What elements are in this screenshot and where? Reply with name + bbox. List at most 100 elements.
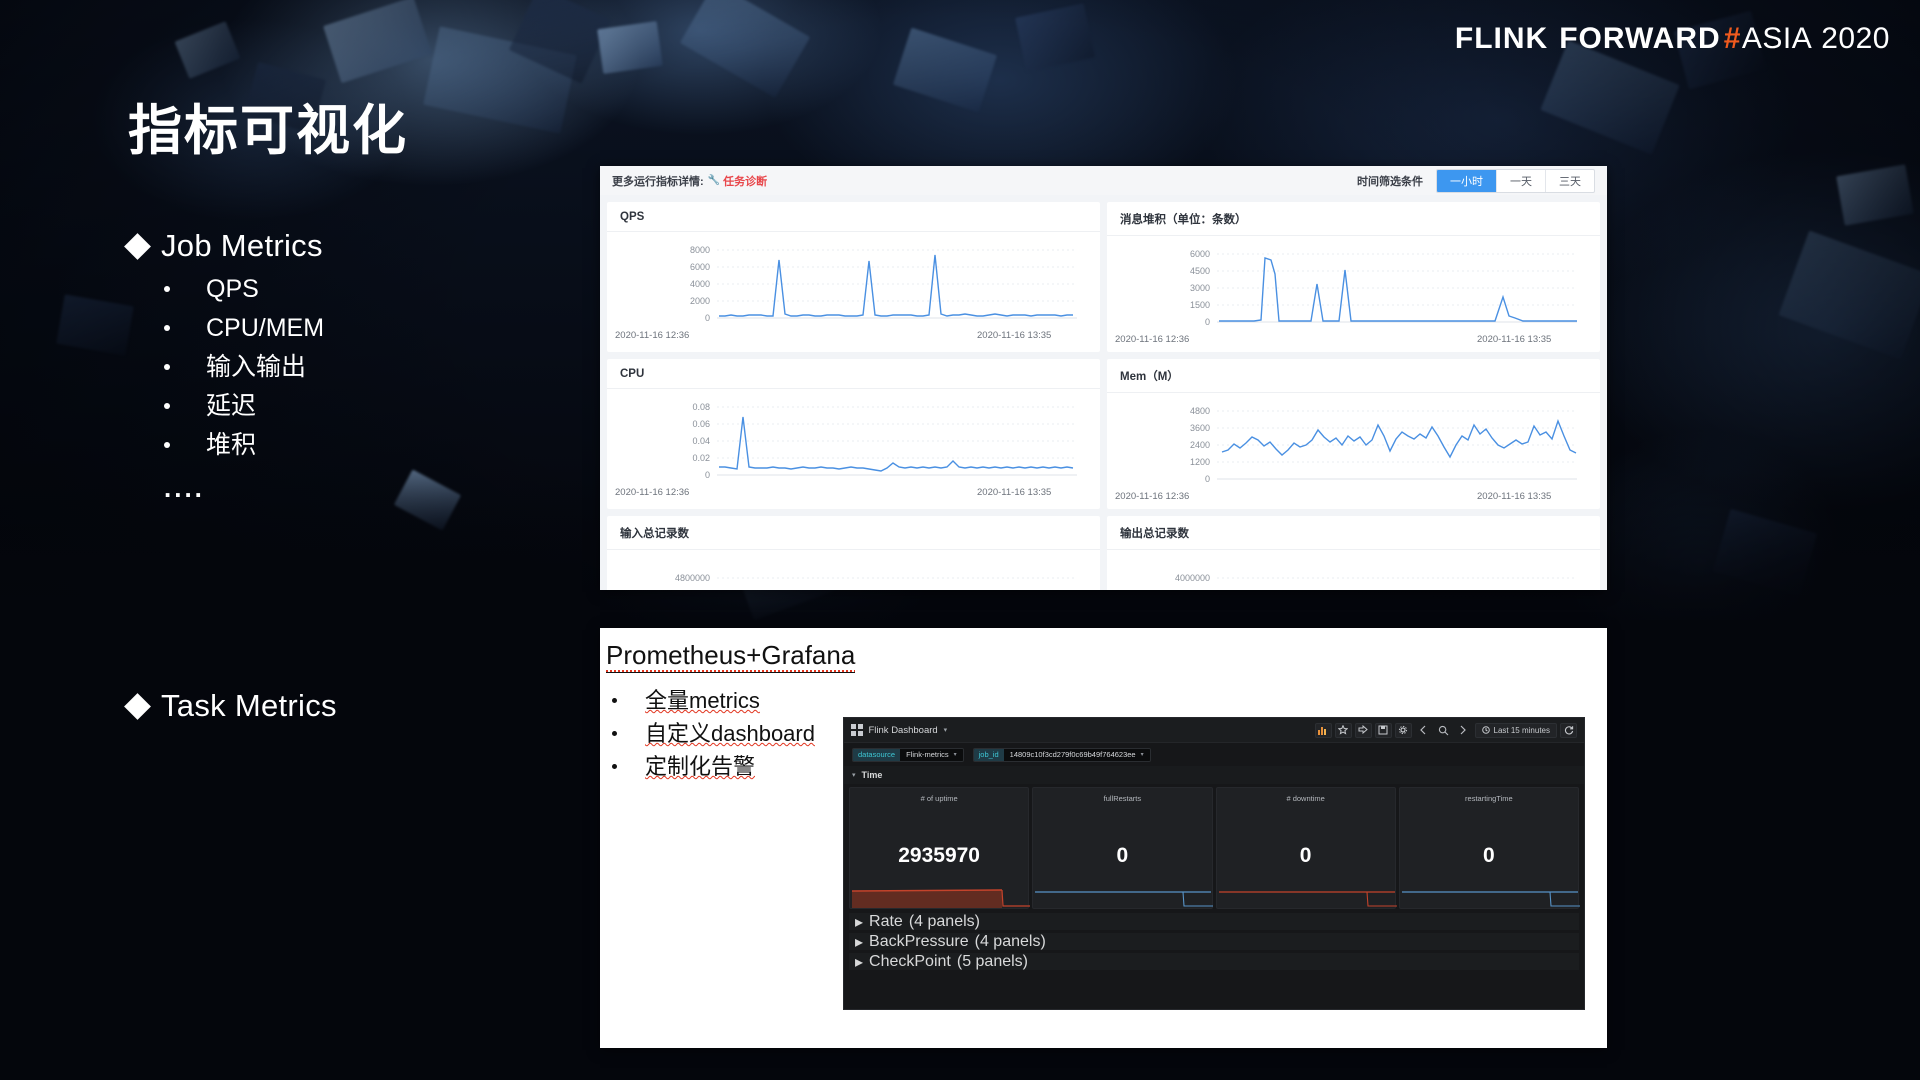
refresh-icon[interactable] — [1560, 722, 1577, 738]
chart-xtick-start-cpu: 2020-11-16 12:36 — [615, 487, 689, 498]
svg-text:4000: 4000 — [690, 279, 710, 289]
time-filter-segmented-control[interactable]: 一小时 一天 三天 — [1436, 168, 1595, 193]
stat-panel-title: # of uptime — [920, 794, 958, 803]
task-metrics-block: Task Metrics — [124, 688, 337, 724]
grafana-row-checkpoint-count: (5 panels) — [956, 952, 1029, 970]
dot-bullet-icon — [612, 764, 617, 769]
chart-title-input-total: 输入总记录数 — [607, 516, 1100, 550]
list-item: 自定义dashboard — [612, 717, 815, 750]
grafana-template-variables: datasource Flink-metrics ▾ job_id 14809c… — [844, 743, 1584, 766]
list-item-label: 全量metrics — [645, 688, 760, 713]
svg-text:0: 0 — [1205, 474, 1210, 484]
dot-bullet-icon — [164, 325, 170, 331]
prometheus-grafana-panel: Prometheus+Grafana 全量metrics 自定义dashboar… — [600, 628, 1607, 1048]
stat-panel-sparkline — [1035, 891, 1214, 907]
variable-job-id[interactable]: job_id 14809c10f3cd279f0c69b49f764623ee … — [972, 747, 1151, 762]
grafana-row-backpressure-count: (4 panels) — [974, 932, 1046, 950]
ellipsis-label: .... — [164, 473, 205, 503]
save-icon[interactable] — [1374, 722, 1392, 738]
time-filter-option-3d[interactable]: 三天 — [1546, 170, 1594, 192]
variable-job-id-value[interactable]: 14809c10f3cd279f0c69b49f764623ee ▾ — [1003, 748, 1150, 761]
time-filter-option-1d[interactable]: 一天 — [1497, 169, 1546, 192]
chart-xtick-end-mem: 2020-11-16 13:35 — [1477, 491, 1551, 502]
svg-text:0.06: 0.06 — [692, 419, 710, 429]
variable-datasource-value[interactable]: Flink-metrics ▾ — [900, 748, 963, 761]
svg-text:3000: 3000 — [1190, 283, 1210, 293]
chart-ytick-output-total: 4000000 — [1175, 573, 1210, 583]
time-back-icon[interactable] — [1415, 723, 1432, 738]
chevron-right-icon: ▸ — [855, 953, 864, 971]
grid-icon — [851, 724, 863, 736]
grafana-dashboard-picker[interactable]: Flink Dashboard ▾ — [851, 724, 947, 736]
svg-text:0: 0 — [705, 313, 710, 323]
chevron-down-icon: ▾ — [1140, 752, 1144, 758]
stat-panel-downtime[interactable]: # downtime 0 — [1215, 787, 1397, 909]
stat-panel-title: # downtime — [1286, 794, 1325, 803]
prometheus-bullet-list: 全量metrics 自定义dashboard 定制化告警 — [612, 684, 815, 783]
grafana-dashboard-name: Flink Dashboard — [868, 724, 938, 736]
chart-body-output-total: 4000000 — [1107, 550, 1600, 590]
stat-panel-sparkline — [851, 889, 1030, 908]
task-diagnose-label: 任务诊断 — [723, 175, 768, 188]
time-filter-option-1h[interactable]: 一小时 — [1437, 169, 1497, 192]
time-range-picker[interactable]: Last 15 minutes — [1474, 722, 1557, 738]
grafana-row-checkpoint[interactable]: ▸ CheckPoint (5 panels) — [849, 952, 1579, 971]
chevron-right-icon: ▸ — [855, 913, 864, 931]
grafana-row-backpressure[interactable]: ▸ BackPressure (4 panels) — [849, 932, 1579, 951]
zoom-out-icon[interactable] — [1435, 723, 1452, 738]
time-filter-label: 时间筛选条件 — [1357, 175, 1423, 188]
chevron-down-icon: ▾ — [943, 727, 948, 734]
svg-text:6000: 6000 — [690, 262, 710, 272]
dot-bullet-icon — [612, 698, 617, 703]
list-item: 定制化告警 — [612, 750, 815, 783]
dot-bullet-icon — [164, 364, 170, 370]
bullet-task-metrics-label: Task Metrics — [161, 688, 337, 723]
svg-text:0.02: 0.02 — [692, 453, 710, 463]
stat-panel-sparkline — [1218, 891, 1397, 907]
list-item-label: 堆积 — [206, 431, 257, 459]
job-metrics-block: Job Metrics QPS CPU/MEM 输入输出 延迟 堆积 .... — [124, 228, 325, 504]
diamond-bullet-icon — [124, 692, 151, 720]
stat-panel-value: 0 — [1299, 844, 1312, 867]
stat-panel-restartingtime[interactable]: restartingTime 0 — [1398, 787, 1580, 909]
grafana-row-time[interactable]: ▾ Time — [844, 766, 1584, 784]
stat-panel-uptime[interactable]: # of uptime 2935970 — [849, 787, 1030, 909]
add-panel-icon[interactable] — [1314, 722, 1332, 738]
wrench-icon: 🔧 — [707, 175, 721, 186]
grafana-row-checkpoint-label: CheckPoint — [869, 952, 951, 970]
chart-xtick-end-cpu: 2020-11-16 13:35 — [977, 487, 1051, 498]
bullet-job-metrics-label: Job Metrics — [161, 228, 323, 263]
grafana-stat-panels: # of uptime 2935970 fullRestarts 0 # dow… — [844, 784, 1584, 909]
list-item: 延迟 — [164, 387, 324, 426]
chart-body-backlog: 6000 4500 3000 1500 0 2020-11-16 12:36 2… — [1107, 236, 1600, 352]
star-icon[interactable] — [1334, 722, 1352, 738]
metrics-dashboard-screenshot: 更多运行指标详情: 🔧 任务诊断 时间筛选条件 一小时 一天 三天 QPS 80… — [600, 166, 1607, 590]
svg-text:0.04: 0.04 — [692, 436, 710, 446]
chart-ytick-input-total: 4800000 — [675, 573, 710, 583]
list-item-label: 定制化告警 — [645, 754, 756, 779]
dot-bullet-icon — [164, 403, 170, 409]
chart-xtick-end-backlog: 2020-11-16 13:35 — [1477, 334, 1551, 345]
gear-icon[interactable] — [1394, 722, 1412, 738]
stat-panel-fullrestarts[interactable]: fullRestarts 0 — [1032, 787, 1214, 909]
stat-panel-value: 2935970 — [898, 844, 980, 867]
clock-icon — [1481, 726, 1490, 734]
chart-title-backlog: 消息堆积（单位：条数） — [1107, 202, 1600, 236]
share-icon[interactable] — [1354, 722, 1372, 738]
chart-xtick-start-mem: 2020-11-16 12:36 — [1115, 491, 1189, 502]
list-item-label: CPU/MEM — [206, 314, 325, 342]
grafana-row-time-label: Time — [861, 770, 883, 780]
task-diagnose-link[interactable]: 🔧 任务诊断 — [708, 173, 767, 189]
time-forward-icon[interactable] — [1455, 723, 1472, 738]
chevron-down-icon: ▾ — [953, 752, 957, 758]
chart-xtick-end-qps: 2020-11-16 13:35 — [977, 330, 1051, 341]
grafana-row-rate[interactable]: ▸ Rate (4 panels) — [849, 913, 1579, 931]
logo-year: 2020 — [1821, 22, 1890, 55]
svg-text:1200: 1200 — [1190, 457, 1210, 467]
dot-bullet-icon — [164, 286, 170, 292]
variable-datasource[interactable]: datasource Flink-metrics ▾ — [852, 747, 964, 762]
stat-panel-value: 0 — [1483, 844, 1495, 867]
prometheus-title: Prometheus+Grafana — [606, 640, 856, 673]
svg-text:8000: 8000 — [690, 245, 710, 255]
stat-panel-sparkline — [1401, 891, 1580, 907]
